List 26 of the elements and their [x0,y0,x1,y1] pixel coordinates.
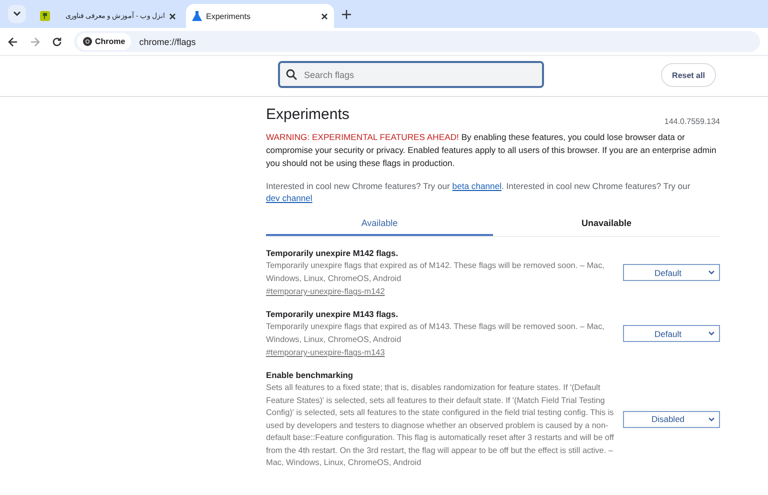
channel-link[interactable]: dev channel [266,193,312,203]
intro-text: Interested in cool new Chrome features? Try our beta channel. Interested in cool new Chrome features? Try our dev channel [266,180,692,204]
flag-dropdown[interactable]: Disabled [623,410,720,428]
flag-description: Sets all features to a fixed state; that is, disables randomization for feature states. If '(Default Feature States)' is selected, sets all features to their default state. If '(Match Field Trial Testing Config)' is selected, sets all features to the state configured in the field trial testing config. This is used by developers and testers to diagnose whether an observed problem is caused by a non-default base::Feature configuration. This flag is automatically reset after 3 restarts and will be off from the 4th restart. On the 3rd restart, the flag will appear to be off but the effect is still active. – Mac, Windows, Linux, ChromeOS, Android [266,382,615,469]
flag-title: Temporarily unexpire M142 flags. [266,247,400,260]
flags-tab[interactable]: Available [266,213,493,236]
browser-tab[interactable]: Experiments [186,4,334,28]
warning-text: WARNING: EXPERIMENTAL FEATURES AHEAD! By enabling these features, you could lose browser data or compromise your security or privacy. Enabled features apply to all users of this browser. If you are an enterprise admin you should not be using these flags in production. [266,131,718,170]
flag-dropdown[interactable]: Default [623,325,720,342]
url-text: chrome://flags [139,36,196,46]
flag-link[interactable]: #temporary-unexpire-flags-m143 [266,346,616,359]
channel-link[interactable]: beta channel [452,181,502,191]
flag-dropdown[interactable]: Default [623,264,720,281]
flag-title: Temporarily unexpire M143 flags. [266,308,400,321]
tab-title: Experiments [206,12,252,20]
address-bar[interactable]: Chrome chrome://flags [74,31,760,52]
search-field[interactable]: Search flags [278,61,544,88]
flag-title: Enable benchmarking [266,369,354,382]
site-chip[interactable]: Chrome [77,33,132,50]
reset-all-button[interactable]: Reset all [661,63,716,87]
version-text: 144.0.7559.134 [664,117,720,126]
flag-description: Temporarily unexpire flags that expired as of M143. These flags will be removed soon. – Mac, Windows, Linux, ChromeOS, Android [266,321,606,346]
flag-link[interactable]: #temporary-unexpire-flags-m142 [266,285,616,298]
page-title: Experiments [266,106,350,123]
flags-tab[interactable]: Unavailable [493,213,720,236]
flag-description: Temporarily unexpire flags that expired as of M142. These flags will be removed soon. – Mac, Windows, Linux, ChromeOS, Android [266,260,606,284]
